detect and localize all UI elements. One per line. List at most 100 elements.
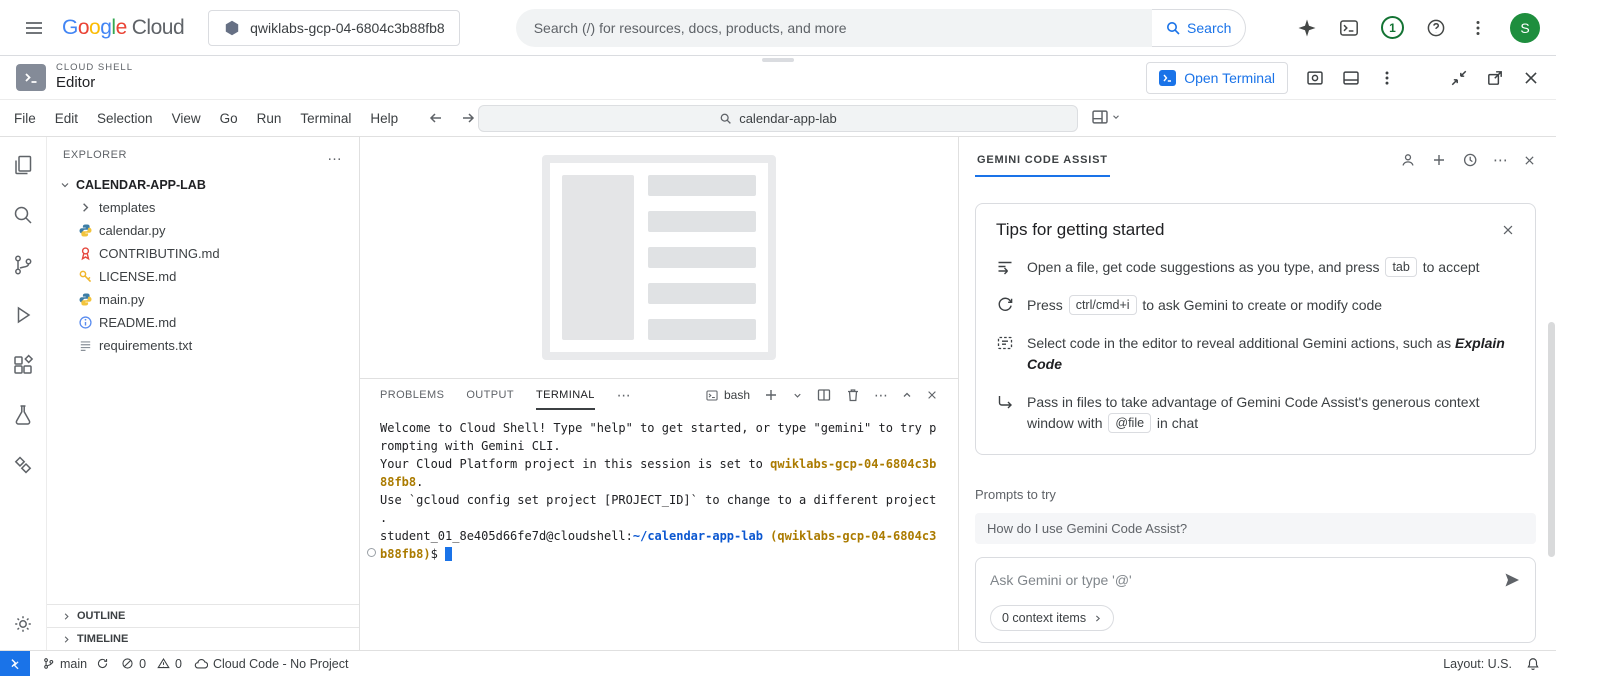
shell-more-vertical-icon[interactable] [1378, 69, 1396, 87]
explorer-icon[interactable] [11, 153, 35, 177]
menu-edit[interactable]: Edit [55, 111, 78, 126]
new-terminal-icon[interactable] [763, 387, 779, 403]
tab-output[interactable]: OUTPUT [466, 381, 514, 410]
tab-terminal[interactable]: TERMINAL [536, 381, 595, 410]
outline-section[interactable]: OUTLINE [47, 604, 359, 627]
menu-terminal[interactable]: Terminal [300, 111, 351, 126]
project-selector[interactable]: qwiklabs-gcp-04-6804c3b88fb8 [208, 10, 460, 46]
avatar[interactable]: S [1510, 13, 1540, 43]
kill-terminal-trash-icon[interactable] [845, 387, 861, 403]
run-debug-icon[interactable] [11, 303, 35, 327]
layout-toggle-button[interactable] [1091, 108, 1121, 126]
panel-drag-handle[interactable] [762, 58, 794, 62]
shell-selector[interactable]: bash [705, 388, 750, 402]
toggle-panel-icon[interactable] [1342, 69, 1360, 87]
search-input[interactable] [516, 9, 1152, 47]
google-cloud-logo: Google Cloud [62, 16, 184, 40]
close-tips-icon[interactable] [1501, 223, 1515, 237]
new-chat-icon[interactable] [1431, 152, 1447, 168]
remote-indicator[interactable] [0, 651, 30, 676]
tree-root-folder[interactable]: CALENDAR-APP-LAB [47, 173, 359, 196]
sync-icon [96, 657, 109, 670]
bell-icon[interactable] [1526, 657, 1540, 671]
gemini-input[interactable] [990, 572, 1503, 588]
file-calendar.py[interactable]: calendar.py [47, 219, 359, 242]
help-icon[interactable] [1426, 18, 1446, 38]
back-arrow-icon[interactable] [428, 110, 444, 126]
tab-problems[interactable]: PROBLEMS [380, 381, 444, 410]
gemini-more-icon[interactable]: ⋯ [1493, 151, 1508, 169]
menu-file[interactable]: File [14, 111, 36, 126]
settings-gear-icon[interactable] [11, 612, 35, 636]
gemini-scrollbar-thumb[interactable] [1548, 322, 1555, 557]
cloud-code-status[interactable]: Cloud Code - No Project [194, 657, 348, 671]
file-README.md[interactable]: README.md [47, 311, 359, 334]
open-new-window-icon[interactable] [1486, 69, 1504, 87]
hamburger-menu-icon[interactable] [16, 10, 52, 46]
cloud-code-diamonds-icon[interactable] [11, 453, 35, 477]
search-sidebar-icon[interactable] [11, 203, 35, 227]
open-terminal-label: Open Terminal [1184, 70, 1275, 86]
problems-status[interactable]: 0 0 [121, 657, 182, 671]
file-main.py[interactable]: main.py [47, 288, 359, 311]
more-vertical-icon[interactable] [1468, 18, 1488, 38]
status-bar: main 0 0 Cloud Code - No Project Layout:… [0, 650, 1556, 676]
tip-item: Pass in files to take advantage of Gemin… [996, 392, 1515, 434]
terminal-output: Welcome to Cloud Shell! Type "help" to g… [380, 419, 958, 563]
file-CONTRIBUTING.md[interactable]: CONTRIBUTING.md [47, 242, 359, 265]
timeline-label: TIMELINE [77, 633, 128, 645]
test-beaker-icon[interactable] [11, 403, 35, 427]
web-preview-icon[interactable] [1306, 69, 1324, 87]
tip-text: Press ctrl/cmd+i to ask Gemini to create… [1027, 295, 1515, 316]
maximize-panel-icon[interactable] [901, 389, 913, 401]
avatar-initial: S [1520, 20, 1529, 36]
git-branch-status[interactable]: main [42, 657, 109, 671]
forward-arrow-icon[interactable] [460, 110, 476, 126]
gemini-code-assist-panel: GEMINI CODE ASSIST ⋯ [958, 137, 1556, 650]
menu-run[interactable]: Run [257, 111, 282, 126]
keyboard-layout-label[interactable]: Layout: U.S. [1443, 657, 1512, 671]
file-LICENSE.md[interactable]: LICENSE.md [47, 265, 359, 288]
activate-cloud-shell-icon[interactable] [1339, 18, 1359, 38]
menu-selection[interactable]: Selection [97, 111, 153, 126]
terminal[interactable]: Welcome to Cloud Shell! Type "help" to g… [360, 411, 958, 650]
open-terminal-button[interactable]: Open Terminal [1146, 62, 1288, 94]
gemini-header-icons: ⋯ [1400, 151, 1536, 177]
billing-credit-badge[interactable]: 1 [1381, 16, 1404, 39]
gemini-panel-header: GEMINI CODE ASSIST ⋯ [975, 137, 1536, 177]
close-panel-icon[interactable] [926, 389, 938, 401]
source-control-icon[interactable] [11, 253, 35, 277]
prompt-suggestion[interactable]: How do I use Gemini Code Assist? [975, 513, 1536, 544]
send-icon[interactable] [1503, 571, 1521, 589]
extensions-icon[interactable] [11, 353, 35, 377]
search-button[interactable]: Search [1152, 9, 1246, 47]
account-icon[interactable] [1400, 152, 1416, 168]
gcp-header: Google Cloud qwiklabs-gcp-04-6804c3b88fb… [0, 0, 1556, 56]
file-requirements.txt[interactable]: requirements.txt [47, 334, 359, 357]
file-templates[interactable]: templates [47, 196, 359, 219]
errors-icon [121, 657, 134, 670]
menu-help[interactable]: Help [370, 111, 398, 126]
close-gemini-panel-icon[interactable] [1523, 154, 1536, 167]
command-center-value: calendar-app-lab [739, 111, 837, 126]
command-center-search[interactable]: calendar-app-lab [478, 105, 1078, 132]
timeline-section[interactable]: TIMELINE [47, 627, 359, 650]
file-list: templatescalendar.pyCONTRIBUTING.mdLICEN… [47, 196, 359, 357]
menu-view[interactable]: View [172, 111, 201, 126]
tip-select-icon [996, 334, 1014, 352]
panel-tabs-more-icon[interactable]: ⋯ [617, 387, 631, 404]
history-icon[interactable] [1462, 152, 1478, 168]
graphic-left-block [562, 175, 634, 340]
explorer-more-button[interactable]: … [327, 147, 343, 164]
terminal-dropdown-icon[interactable] [792, 390, 803, 401]
panel-more-icon[interactable]: ⋯ [874, 387, 888, 404]
file-label: requirements.txt [99, 338, 192, 353]
tip-item: Press ctrl/cmd+i to ask Gemini to create… [996, 295, 1515, 316]
minimize-icon[interactable] [1450, 69, 1468, 87]
warning-count: 0 [175, 657, 182, 671]
split-terminal-icon[interactable] [816, 387, 832, 403]
context-items-chip[interactable]: 0 context items [990, 605, 1114, 631]
gemini-sparkle-icon[interactable] [1297, 18, 1317, 38]
close-icon[interactable] [1522, 69, 1540, 87]
menu-go[interactable]: Go [220, 111, 238, 126]
